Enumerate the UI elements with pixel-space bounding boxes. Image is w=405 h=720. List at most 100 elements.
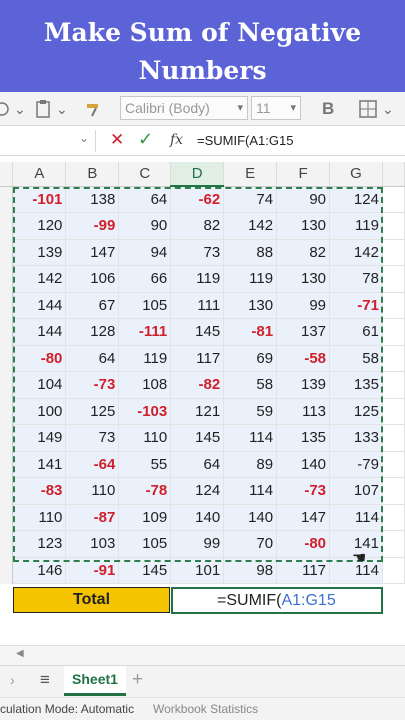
grid-cell[interactable]: 82: [276, 239, 331, 266]
total-formula-cell[interactable]: =SUMIF(A1:G15: [171, 587, 383, 614]
grid-cell[interactable]: 103: [65, 530, 120, 558]
grid-cell[interactable]: 59: [223, 398, 278, 425]
grid-cell[interactable]: -78: [118, 477, 172, 505]
column-header-overflow[interactable]: [382, 162, 405, 187]
format-painter-icon[interactable]: [84, 98, 104, 120]
grid-cell-overflow[interactable]: [382, 557, 405, 584]
grid-cell[interactable]: 113: [276, 398, 331, 425]
grid-cell[interactable]: 82: [170, 212, 225, 240]
grid-cell-overflow[interactable]: [382, 212, 405, 240]
grid-cell[interactable]: 119: [170, 265, 225, 293]
grid-cell[interactable]: 105: [118, 530, 172, 558]
row-header[interactable]: [0, 212, 14, 239]
grid-cell[interactable]: 142: [223, 212, 278, 240]
row-header[interactable]: [0, 504, 14, 531]
grid-cell[interactable]: 109: [118, 504, 172, 531]
grid-cell[interactable]: 144: [12, 292, 67, 319]
grid-cell[interactable]: 73: [65, 424, 120, 452]
grid-cell[interactable]: -83: [12, 477, 67, 505]
grid-cell-overflow[interactable]: [382, 345, 405, 372]
grid-cell[interactable]: 100: [12, 398, 67, 425]
grid-cell[interactable]: 114: [329, 504, 383, 531]
grid-cell[interactable]: 145: [170, 318, 225, 346]
grid-cell[interactable]: 114: [223, 477, 278, 505]
grid-cell[interactable]: 123: [12, 530, 67, 558]
row-header[interactable]: [0, 424, 14, 451]
grid-cell[interactable]: 73: [170, 239, 225, 266]
chevron-down-icon[interactable]: ⌄: [14, 98, 26, 120]
grid-cell[interactable]: 119: [223, 265, 278, 293]
grid-cell[interactable]: 101: [170, 557, 225, 584]
paste-icon[interactable]: [34, 98, 52, 120]
borders-icon[interactable]: [358, 98, 378, 120]
grid-cell[interactable]: -87: [65, 504, 120, 531]
grid-cell[interactable]: -73: [65, 371, 120, 399]
column-header-d[interactable]: D: [170, 162, 225, 187]
column-header-c[interactable]: C: [118, 162, 172, 187]
grid-cell[interactable]: 70: [223, 530, 278, 558]
grid-cell[interactable]: 114: [223, 424, 278, 452]
grid-cell[interactable]: 119: [118, 345, 172, 372]
grid-cell-overflow[interactable]: [382, 292, 405, 319]
name-box[interactable]: ⌄: [0, 130, 96, 152]
row-header[interactable]: [0, 477, 14, 504]
grid-cell[interactable]: 117: [276, 557, 331, 584]
grid-cell[interactable]: -64: [65, 451, 120, 478]
grid-cell[interactable]: 142: [329, 239, 383, 266]
grid-cell[interactable]: -99: [65, 212, 120, 240]
grid-cell[interactable]: 147: [276, 504, 331, 531]
grid-cell[interactable]: 130: [276, 265, 331, 293]
grid-cell[interactable]: 138: [65, 186, 120, 213]
bold-button[interactable]: B: [322, 98, 334, 120]
grid-cell[interactable]: 74: [223, 186, 278, 213]
font-name-select[interactable]: Calibri (Body) ▾: [120, 96, 248, 120]
enter-icon[interactable]: ✓: [138, 129, 153, 150]
grid-cell[interactable]: 105: [118, 292, 172, 319]
grid-cell[interactable]: 147: [65, 239, 120, 266]
grid-cell[interactable]: 124: [329, 186, 383, 213]
grid-cell[interactable]: 69: [223, 345, 278, 372]
grid-cell[interactable]: 111: [170, 292, 225, 319]
grid-cell[interactable]: 108: [118, 371, 172, 399]
borders-chevron-icon[interactable]: ⌄: [382, 98, 394, 120]
grid-cell[interactable]: -82: [170, 371, 225, 399]
grid-cell[interactable]: 144: [12, 318, 67, 346]
grid-cell[interactable]: 145: [170, 424, 225, 452]
column-header-b[interactable]: B: [65, 162, 120, 187]
grid-cell[interactable]: -80: [276, 530, 331, 558]
grid-cell[interactable]: 124: [170, 477, 225, 505]
grid-cell[interactable]: 67: [65, 292, 120, 319]
grid-cell[interactable]: 133: [329, 424, 383, 452]
grid-cell[interactable]: 125: [329, 398, 383, 425]
grid-cell[interactable]: 94: [118, 239, 172, 266]
grid-cell[interactable]: 137: [276, 318, 331, 346]
grid-cell[interactable]: -81: [223, 318, 278, 346]
column-header-e[interactable]: E: [223, 162, 278, 187]
grid-cell[interactable]: 130: [276, 212, 331, 240]
grid-cell[interactable]: 140: [276, 451, 331, 478]
grid-cell[interactable]: -101: [12, 186, 67, 213]
column-header-f[interactable]: F: [276, 162, 331, 187]
row-header[interactable]: [0, 318, 14, 345]
grid-cell[interactable]: -91: [65, 557, 120, 584]
cancel-icon[interactable]: ✕: [110, 130, 124, 150]
grid-cell[interactable]: -111: [118, 318, 172, 346]
grid-cell-overflow[interactable]: [382, 265, 405, 293]
row-header[interactable]: [0, 265, 14, 292]
grid-cell[interactable]: -103: [118, 398, 172, 425]
grid-cell[interactable]: 135: [276, 424, 331, 452]
column-header-g[interactable]: G: [329, 162, 383, 187]
grid-cell[interactable]: 106: [65, 265, 120, 293]
grid-cell[interactable]: -80: [12, 345, 67, 372]
grid-cell-overflow[interactable]: [382, 371, 405, 399]
workbook-statistics-button[interactable]: Workbook Statistics: [153, 698, 258, 720]
grid-cell[interactable]: 98: [223, 557, 278, 584]
grid-cell[interactable]: 140: [170, 504, 225, 531]
select-all-corner[interactable]: [0, 162, 14, 187]
scroll-left-icon[interactable]: ◀: [16, 648, 24, 659]
grid-cell[interactable]: 121: [170, 398, 225, 425]
grid-cell[interactable]: 128: [65, 318, 120, 346]
grid-cell[interactable]: 55: [118, 451, 172, 478]
grid-cell[interactable]: 61: [329, 318, 383, 346]
grid-cell[interactable]: 66: [118, 265, 172, 293]
